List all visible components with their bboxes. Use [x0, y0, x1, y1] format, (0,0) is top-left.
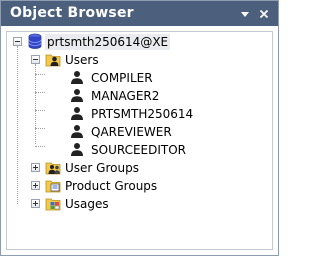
tree-node-root[interactable]: prtsmth250614@XE — [7, 33, 267, 51]
tree-node-label: COMPILER — [91, 71, 153, 85]
tree-node-label: SOURCEEDITOR — [91, 143, 187, 157]
panel-titlebar: Object Browser — [1, 1, 278, 26]
tree-node-user[interactable]: SOURCEEDITOR — [7, 141, 267, 159]
user-icon — [71, 89, 83, 102]
collapse-icon[interactable] — [31, 55, 40, 64]
tree-node-users[interactable]: Users — [7, 51, 267, 69]
close-icon[interactable] — [257, 7, 271, 20]
database-icon — [28, 33, 42, 49]
user-icon — [71, 71, 83, 84]
panel-title: Object Browser — [10, 5, 134, 21]
usages-folder-icon — [45, 198, 61, 211]
tree-node-user[interactable]: PRTSMTH250614 — [7, 105, 267, 123]
tree-node-label: MANAGER2 — [91, 89, 160, 103]
tree-node-user[interactable]: MANAGER2 — [7, 87, 267, 105]
tree-node-user[interactable]: QAREVIEWER — [7, 123, 267, 141]
tree-node-label: User Groups — [65, 161, 139, 175]
expand-icon[interactable] — [31, 199, 40, 208]
tree-node-label: PRTSMTH250614 — [91, 107, 194, 121]
tree-node-label: Usages — [65, 197, 109, 211]
user-icon — [71, 125, 83, 138]
tree-node-user-groups[interactable]: User Groups — [7, 159, 267, 177]
tree-view[interactable]: prtsmth250614@XE Users COMPILER MANAGER2… — [6, 31, 273, 250]
collapse-icon[interactable] — [13, 37, 22, 46]
tree-node-label: QAREVIEWER — [91, 125, 172, 139]
user-icon — [71, 107, 83, 120]
object-browser-panel: Object Browser prtsmth250614@XE Users CO… — [0, 0, 279, 256]
tree-node-user[interactable]: COMPILER — [7, 69, 267, 87]
tree-node-usages[interactable]: Usages — [7, 195, 267, 213]
expand-icon[interactable] — [31, 163, 40, 172]
users-folder-icon — [45, 54, 61, 67]
tree-node-label: Product Groups — [65, 179, 158, 193]
user-icon — [71, 143, 83, 156]
user-groups-folder-icon — [45, 162, 61, 175]
expand-icon[interactable] — [31, 181, 40, 190]
tree-node-label: Users — [65, 53, 99, 67]
product-groups-folder-icon — [45, 180, 61, 193]
pin-dropdown-icon[interactable] — [238, 7, 252, 20]
tree-node-product-groups[interactable]: Product Groups — [7, 177, 267, 195]
tree-node-label: prtsmth250614@XE — [45, 34, 171, 50]
